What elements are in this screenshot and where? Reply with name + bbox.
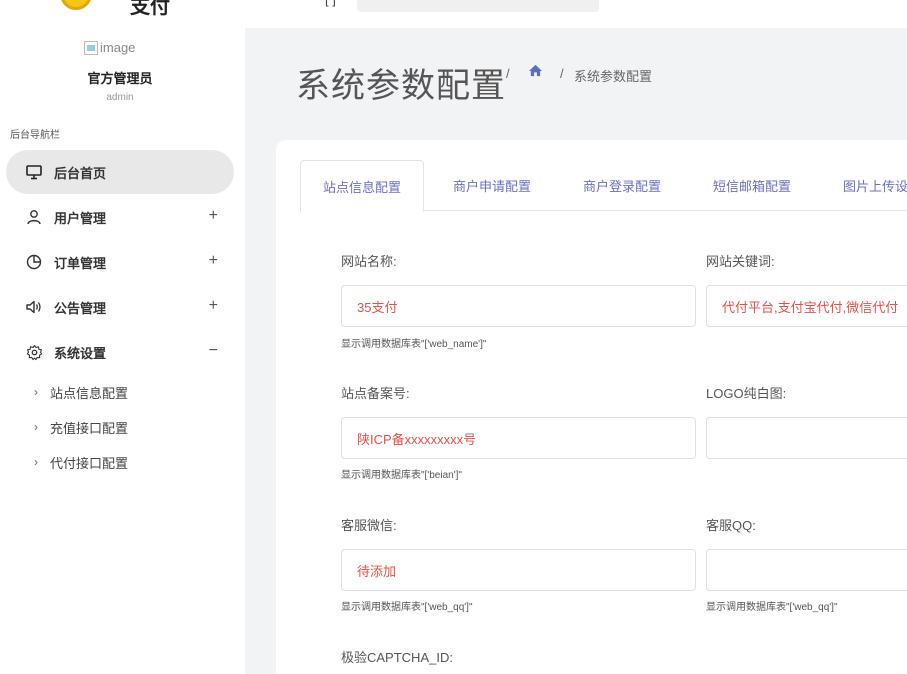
site-name-label: 网站名称: (341, 254, 397, 269)
gear-icon (24, 342, 44, 362)
site-name-input[interactable]: 35支付 (341, 285, 696, 327)
sidebar-subitem-site-info[interactable]: › 站点信息配置 (34, 380, 128, 404)
sidebar-subitem-label: 充值接口配置 (50, 420, 129, 436)
logo-icon (60, 0, 92, 10)
sidebar-item-label: 系统设置 (54, 345, 107, 361)
config-tabs: 站点信息配置 商户申请配置 商户登录配置 短信邮箱配置 图片上传设置 (300, 160, 907, 212)
tab-merchant-apply[interactable]: 商户申请配置 (453, 160, 531, 211)
home-icon[interactable] (528, 64, 543, 80)
keywords-label: 网站关键词: (706, 254, 775, 269)
qq-input[interactable] (706, 549, 907, 591)
sidebar-item-dashboard[interactable]: 后台首页 (6, 150, 234, 194)
qq-hint: 显示调用数据库表"['web_qq']" (706, 602, 838, 613)
beian-input[interactable]: 陕ICP备xxxxxxxxx号 (341, 417, 696, 459)
menu-toggle-icon[interactable]: [ ] (325, 0, 336, 7)
tab-image-upload[interactable]: 图片上传设置 (843, 160, 907, 211)
sidebar-subitem-recharge[interactable]: › 充值接口配置 (34, 415, 128, 439)
sidebar-item-label: 公告管理 (54, 300, 107, 316)
user-name: 官方管理员 (87, 71, 153, 86)
nav-caption: 后台导航栏 (10, 130, 60, 141)
breadcrumb-separator: / (506, 66, 510, 81)
chevron-right-icon: › (34, 455, 38, 469)
wechat-input[interactable]: 待添加 (341, 549, 696, 591)
sidebar-subitem-label: 代付接口配置 (50, 455, 129, 471)
page-title: 系统参数配置 (296, 67, 506, 105)
expand-icon[interactable]: + (209, 207, 218, 225)
breadcrumb-separator: / (560, 66, 564, 81)
logo-input[interactable] (706, 417, 907, 459)
tab-site-info[interactable]: 站点信息配置 (300, 160, 425, 212)
wechat-hint: 显示调用数据库表"['web_qq']" (341, 602, 473, 613)
wechat-label: 客服微信: (341, 518, 397, 533)
site-name-hint: 显示调用数据库表"['web_name']" (341, 339, 487, 350)
tab-merchant-login[interactable]: 商户登录配置 (583, 160, 661, 211)
expand-icon[interactable]: + (209, 297, 218, 315)
chevron-right-icon: › (34, 385, 38, 399)
sidebar-item-settings[interactable]: 系统设置 − (6, 330, 234, 374)
keywords-input[interactable]: 代付平台,支付宝代付,微信代付 (706, 285, 907, 327)
sidebar-item-label: 订单管理 (54, 255, 107, 271)
tab-sms-email[interactable]: 短信邮箱配置 (713, 160, 791, 211)
user-role: admin (106, 92, 134, 103)
qq-label: 客服QQ: (706, 518, 756, 533)
sidebar-item-label: 后台首页 (54, 165, 107, 181)
collapse-icon[interactable]: − (209, 342, 218, 360)
breadcrumb-current: 系统参数配置 (574, 69, 653, 84)
logo-label: LOGO纯白图: (706, 386, 787, 401)
sidebar-item-users[interactable]: 用户管理 + (6, 195, 234, 239)
config-card (276, 140, 907, 674)
user-icon (24, 207, 44, 227)
sidebar-item-label: 用户管理 (54, 210, 107, 226)
speaker-icon (24, 297, 44, 317)
monitor-icon (24, 162, 44, 182)
broken-image-icon (84, 40, 98, 55)
sidebar-subitem-payout[interactable]: › 代付接口配置 (34, 450, 128, 474)
search-input[interactable] (357, 0, 599, 12)
avatar: image (84, 40, 135, 55)
avatar-alt-text: image (100, 40, 136, 55)
expand-icon[interactable]: + (209, 252, 218, 270)
sidebar-item-announcements[interactable]: 公告管理 + (6, 285, 234, 329)
beian-hint: 显示调用数据库表"['beian']" (341, 470, 462, 481)
pie-chart-icon (24, 252, 44, 272)
logo[interactable]: 支付 (0, 0, 245, 28)
beian-label: 站点备案号: (341, 386, 410, 401)
sidebar: 支付 image 官方管理员 admin 后台导航栏 后台首页 用户管理 + 订… (0, 0, 245, 674)
topbar: [ ] (245, 0, 907, 28)
sidebar-subitem-label: 站点信息配置 (50, 385, 129, 401)
chevron-right-icon: › (34, 420, 38, 434)
captcha-label: 极验CAPTCHA_ID: (341, 650, 453, 665)
brand-name: 支付 (130, 0, 170, 18)
sidebar-item-orders[interactable]: 订单管理 + (6, 240, 234, 284)
